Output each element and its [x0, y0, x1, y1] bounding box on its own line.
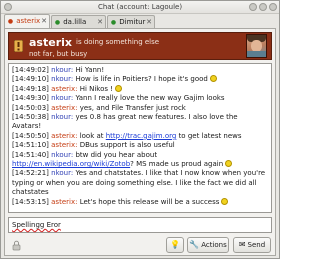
message-timestamp: [14:49:18]	[12, 84, 49, 93]
message-text: ? MS made us proud again	[130, 160, 224, 169]
avatar[interactable]	[246, 34, 267, 58]
chat-window: Chat (account: Lagoule) ● asterix ✕ ● da…	[0, 0, 280, 259]
message-timestamp: [14:49:30]	[12, 94, 49, 103]
minimize-icon[interactable]	[249, 3, 257, 11]
chat-panel: asterix is doing something else not far,…	[4, 28, 276, 256]
message-text: btw did you hear about	[75, 150, 158, 159]
actions-button[interactable]: 🔧 Actions	[187, 237, 229, 253]
bottom-toolbar: 💡 🔧 Actions ✉ Send	[8, 237, 272, 253]
message-timestamp: [14:52:21]	[12, 169, 49, 178]
message-line: [14:49:02] nkour: Hi Yann!	[12, 66, 268, 75]
message-nick: asterix:	[51, 141, 78, 150]
message-input[interactable]: Spellingg Eror	[8, 217, 272, 233]
message-nick: asterix:	[51, 131, 78, 140]
message-text: Hi Yann!	[75, 66, 105, 74]
smiley-icon	[209, 75, 217, 83]
message-line: [14:53:15] asterix: Let's hope this rele…	[12, 197, 268, 207]
message-timestamp: [14:53:15]	[12, 197, 49, 206]
away-status-icon	[14, 40, 23, 52]
lock-icon	[12, 240, 20, 251]
conversation-view[interactable]: [14:49:02] nkour: Hi Yann! [14:49:10] nk…	[8, 63, 272, 213]
message-nick: asterix:	[51, 84, 78, 93]
maximize-icon[interactable]	[259, 3, 267, 11]
message-nick: nkour:	[51, 150, 74, 159]
message-line: [14:49:10] nkour: How is life in Poitier…	[12, 75, 268, 84]
tab-label: Dimitur	[119, 18, 146, 26]
actions-label: Actions	[201, 241, 227, 249]
contact-status-message: not far, but busy	[29, 50, 88, 58]
message-link[interactable]: http://en.wikipedia.org/wiki/Zotob	[12, 160, 130, 168]
smiley-icon	[225, 160, 233, 168]
wrench-icon: 🔧	[189, 240, 200, 249]
message-line: [14:50:50] asterix: look at http://trac.…	[12, 132, 268, 141]
online-status-icon: ●	[54, 19, 61, 26]
close-tab-icon[interactable]: ✕	[97, 16, 103, 28]
message-text: Hi Nikos !	[79, 84, 114, 93]
message-text: to get latest news	[178, 131, 242, 140]
message-line: [14:50:03] asterix: yes, and File Transf…	[12, 104, 268, 113]
message-nick: asterix:	[51, 103, 78, 112]
message-input-text: Spellingg Eror	[12, 221, 61, 229]
send-icon: ✉	[238, 240, 246, 249]
message-nick: asterix:	[51, 197, 78, 206]
message-line: [14:50:38] nkour: yes 0.8 has great new …	[12, 113, 268, 132]
message-nick: nkour:	[51, 169, 74, 178]
message-nick: nkour:	[51, 75, 74, 84]
contact-nick: asterix	[29, 36, 72, 49]
window-title: Chat (account: Lagoule)	[97, 3, 183, 11]
smiley-icon	[221, 197, 229, 205]
message-link[interactable]: http://trac.gajim.org	[106, 132, 177, 140]
message-timestamp: [14:50:38]	[12, 113, 49, 122]
message-line: [14:51:40] nkour: btw did you hear about…	[12, 151, 268, 170]
message-timestamp: [14:51:40]	[12, 150, 49, 159]
lock-button[interactable]	[8, 237, 24, 253]
message-timestamp: [14:50:50]	[12, 131, 49, 140]
contact-banner: asterix is doing something else not far,…	[8, 32, 272, 60]
away-status-icon: ●	[7, 18, 14, 25]
tip-button[interactable]: 💡	[166, 237, 184, 253]
tab-label: asterix	[16, 17, 41, 25]
tab-da-lilla[interactable]: ● da.lilla ✕	[51, 15, 106, 28]
close-tab-icon[interactable]: ✕	[41, 15, 47, 27]
lightbulb-icon: 💡	[170, 240, 180, 249]
contact-status: is doing something else	[76, 38, 160, 46]
message-text: Yes and chatstates. I like that I now kn…	[12, 169, 266, 197]
message-text: yes, and File Transfer just rock	[79, 103, 186, 112]
message-nick: nkour:	[51, 113, 74, 122]
send-label: Send	[247, 241, 266, 249]
message-nick: nkour:	[51, 66, 74, 74]
online-status-icon: ●	[110, 19, 117, 26]
message-text: look at	[79, 131, 104, 140]
close-tab-icon[interactable]: ✕	[146, 16, 152, 28]
message-timestamp: [14:49:10]	[12, 75, 49, 84]
message-timestamp: [14:51:10]	[12, 141, 49, 150]
close-window-icon[interactable]	[269, 3, 277, 11]
tab-bar: ● asterix ✕ ● da.lilla ✕ ● Dimitur ✕	[4, 14, 276, 28]
message-line: [14:49:30] nkour: Yann I really love the…	[12, 94, 268, 103]
message-line: [14:52:21] nkour: Yes and chatstates. I …	[12, 169, 268, 197]
tab-label: da.lilla	[63, 18, 87, 26]
message-text: Yann I really love the new way Gajim loo…	[75, 94, 225, 103]
tab-asterix[interactable]: ● asterix ✕	[4, 14, 50, 28]
message-timestamp: [14:49:02]	[12, 66, 49, 74]
message-text: Let's hope this release will be a succes…	[79, 197, 220, 206]
tab-dimitur[interactable]: ● Dimitur ✕	[107, 15, 155, 28]
message-line: [14:49:18] asterix: Hi Nikos !	[12, 84, 268, 94]
message-nick: nkour:	[51, 94, 74, 103]
send-button[interactable]: ✉ Send	[233, 237, 271, 253]
window-menu-icon[interactable]	[4, 3, 12, 11]
title-bar: Chat (account: Lagoule)	[1, 1, 279, 14]
smiley-icon	[115, 84, 123, 92]
message-timestamp: [14:50:03]	[12, 103, 49, 112]
message-text: How is life in Poitiers? I hope it's goo…	[75, 75, 208, 84]
message-text: DBus support is also useful	[79, 141, 175, 150]
message-line: [14:51:10] asterix: DBus support is also…	[12, 141, 268, 150]
